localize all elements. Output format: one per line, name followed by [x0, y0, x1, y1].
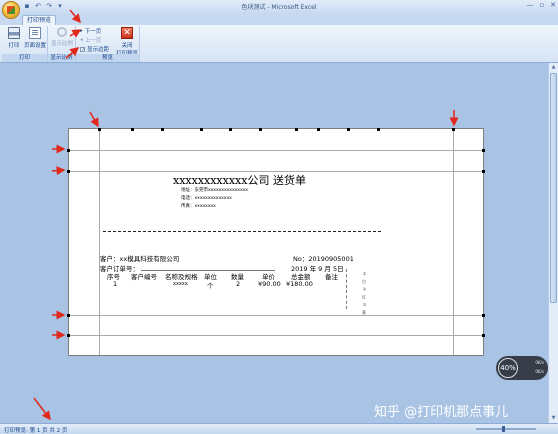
status-text: 打印预览: 第 1 页 共 2 页: [4, 428, 68, 434]
arrow-prev-page: [69, 29, 82, 38]
arrow-status: [33, 397, 51, 421]
office-button[interactable]: [2, 1, 20, 19]
upload-speed: 0K/s: [535, 360, 544, 365]
status-bar: 打印预览: 第 1 页 共 2 页: [0, 423, 558, 434]
annotation-arrows: [33, 9, 459, 421]
zoom-slider[interactable]: [476, 426, 536, 432]
zoom-percent: 40%: [498, 358, 518, 378]
download-speed: 0K/s: [535, 369, 544, 374]
arrow-top-margin: [51, 166, 66, 176]
arrow-show-margins: [65, 47, 80, 59]
network-speed-overlay[interactable]: 40% 0K/s 0K/s: [496, 356, 548, 380]
office-logo-icon: [7, 6, 15, 14]
watermark: 知乎 @打印机那点事儿: [374, 405, 509, 420]
arrow-next-page: [69, 9, 81, 24]
arrow-left-margin: [89, 111, 99, 128]
